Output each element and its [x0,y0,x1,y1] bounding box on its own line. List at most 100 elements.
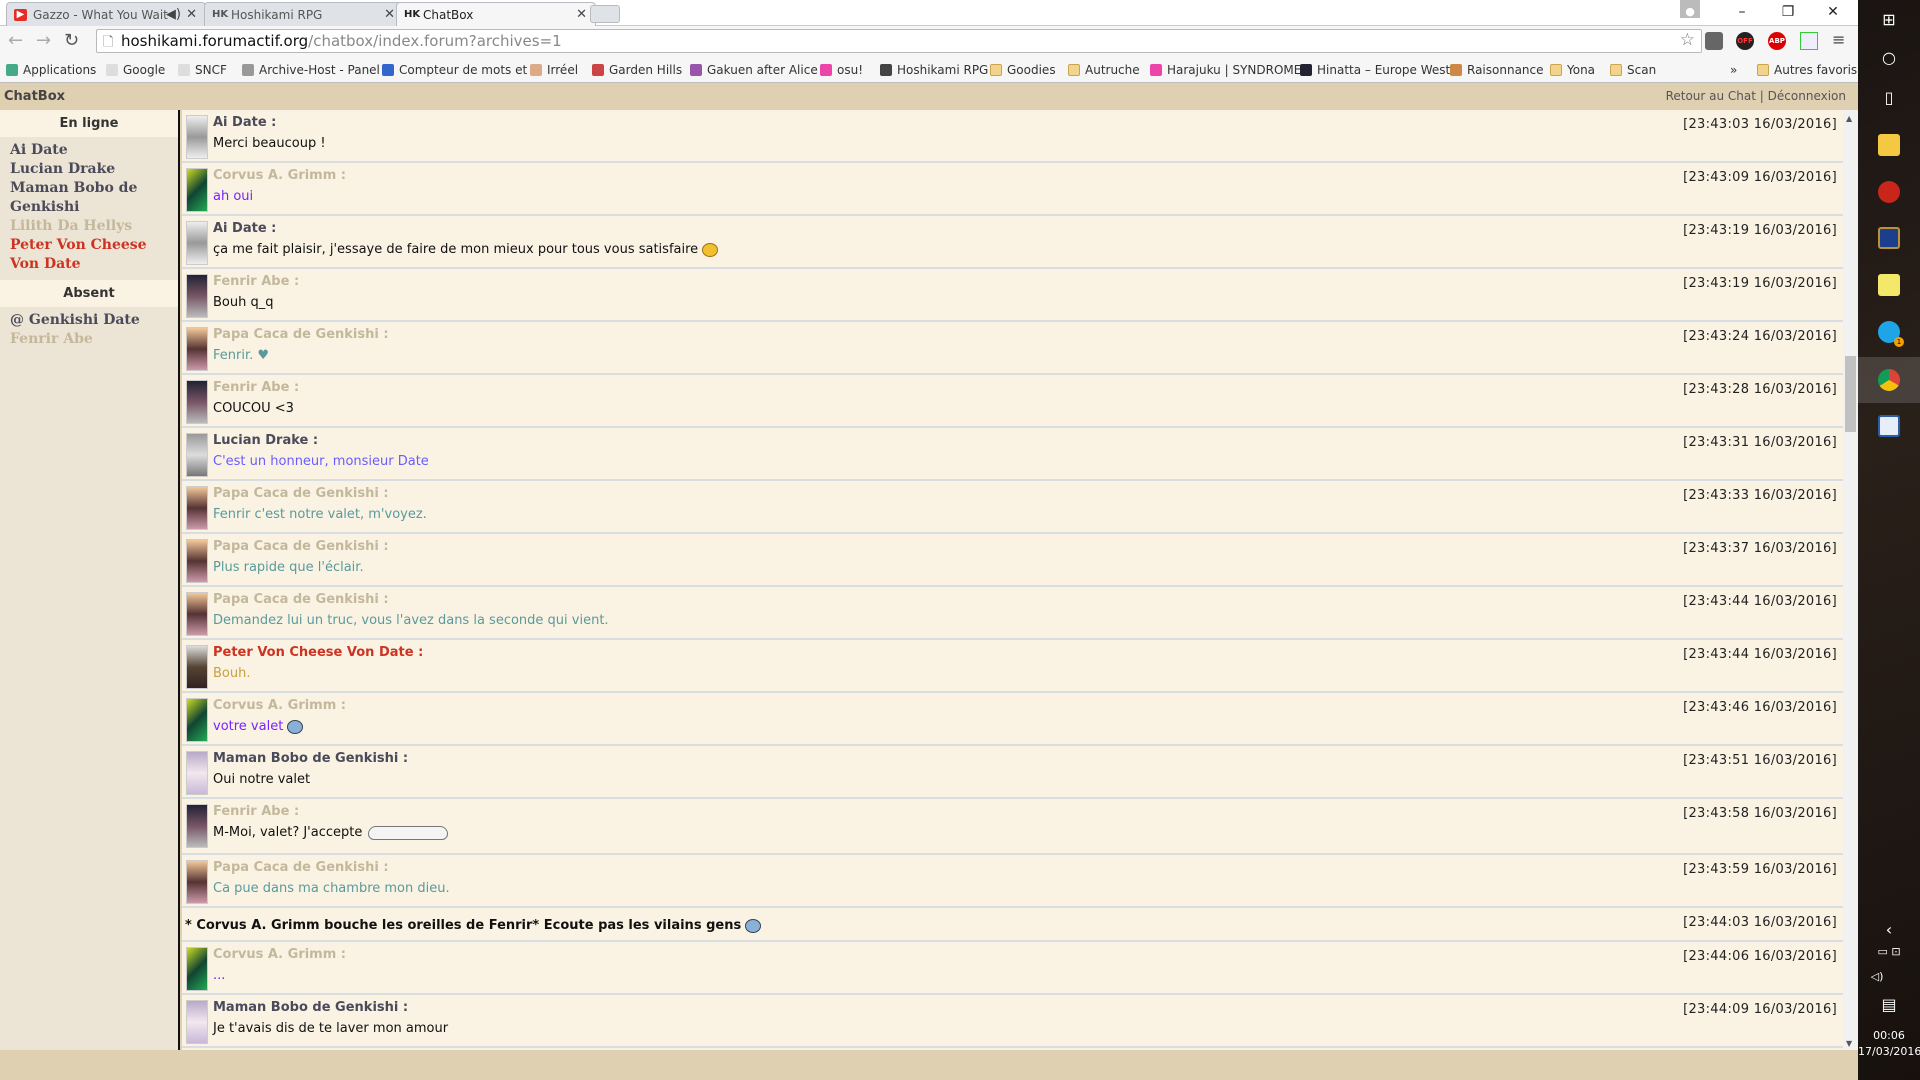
message-author[interactable]: Papa Caca de Genkishi : [213,539,389,554]
bookmark-hoshikami-rpg[interactable]: Hoshikami RPG [880,63,988,77]
scrollbar-thumb[interactable] [1845,356,1856,432]
user-online[interactable]: Lilith Da Hellys [10,217,168,236]
reload-button[interactable]: ↻ [64,30,79,51]
task-view-icon[interactable]: ▯ [1858,88,1920,107]
chevron-left-icon[interactable]: ‹ [1858,920,1920,939]
message-author[interactable]: Corvus A. Grimm : [213,168,346,183]
chrome-icon[interactable] [1878,369,1900,391]
scrollbar[interactable]: ▲ ▼ [1843,110,1858,1050]
close-tab-icon[interactable]: ✕ [186,7,197,22]
tab-chatbox[interactable]: HK ChatBox ✕ [396,2,596,26]
message-author[interactable]: Papa Caca de Genkishi : [213,327,389,342]
bookmark-osu[interactable]: osu! [820,63,863,77]
clock[interactable]: 00:06 17/03/2016 [1858,1028,1920,1060]
bookmark-gakuen-after-alice[interactable]: Gakuen after Alice [690,63,818,77]
battery-network-icon[interactable]: ▭ ⊡ [1858,945,1920,958]
message-author[interactable]: Maman Bobo de Genkishi : [213,751,408,766]
windows-start-icon[interactable]: ⊞ [1858,10,1920,29]
extension-icon[interactable] [1705,32,1723,50]
avatar[interactable] [186,168,208,212]
message-author[interactable]: Papa Caca de Genkishi : [213,860,389,875]
message-author[interactable]: Fenrir Abe : [213,274,299,289]
user-absent[interactable]: Fenrir Abe [10,330,168,349]
message-author[interactable]: Maman Bobo de Genkishi : [213,1000,408,1015]
avatar[interactable] [186,433,208,477]
bookmark-google[interactable]: Google [106,63,165,77]
avatar[interactable] [186,327,208,371]
off-extension-icon[interactable]: OFF [1736,32,1754,50]
minimize-button[interactable]: – [1722,0,1762,24]
avatar[interactable] [186,751,208,795]
avatar[interactable] [186,645,208,689]
address-bar[interactable]: 🗋 hoshikami.forumactif.org/chatbox/index.… [96,29,1702,53]
restore-button[interactable]: ❐ [1768,0,1808,24]
more-bookmarks-button[interactable]: » [1730,63,1737,77]
avatar[interactable] [186,860,208,904]
volume-icon[interactable]: ◁) [1846,970,1908,983]
user-online[interactable]: Peter Von Cheese Von Date [10,236,168,274]
bookmark-sncf[interactable]: SNCF [178,63,227,77]
user-online[interactable]: Maman Bobo de Genkishi [10,179,168,217]
avatar[interactable] [186,221,208,265]
avatar[interactable] [186,115,208,159]
league-of-legends-icon[interactable] [1878,227,1900,249]
avatar[interactable] [186,947,208,991]
message-author[interactable]: Ai Date : [213,115,276,130]
avatar[interactable] [186,1000,208,1044]
avatar[interactable] [186,380,208,424]
message-author[interactable]: Fenrir Abe : [213,380,299,395]
bookmark-goodies[interactable]: Goodies [990,63,1056,77]
message-author[interactable]: Corvus A. Grimm : [213,698,346,713]
back-to-chat-link[interactable]: Retour au Chat [1666,89,1756,103]
avatar[interactable] [186,274,208,318]
message-author[interactable]: Lucian Drake : [213,433,318,448]
back-button[interactable]: ← [8,30,23,51]
bookmark-yona[interactable]: Yona [1550,63,1595,77]
search-icon[interactable]: ○ [1858,48,1920,67]
avatar[interactable] [186,592,208,636]
user-online[interactable]: Lucian Drake [10,160,168,179]
other-bookmarks-folder[interactable]: Autres favoris [1757,63,1857,77]
bookmark-hinatta-europe-west[interactable]: Hinatta – Europe West [1300,63,1450,77]
message-author[interactable]: Fenrir Abe : [213,804,299,819]
forward-button[interactable]: → [36,30,51,51]
adblock-icon[interactable]: ABP [1768,32,1786,50]
message-author[interactable]: Papa Caca de Genkishi : [213,592,389,607]
scroll-up-icon[interactable]: ▲ [1846,114,1852,123]
writer-icon[interactable] [1878,415,1900,437]
new-tab-button[interactable] [590,5,620,23]
avatar[interactable] [186,804,208,848]
tab-hoshikami[interactable]: HK Hoshikami RPG ✕ [204,2,404,26]
bookmark-garden-hills[interactable]: Garden Hills [592,63,682,77]
user-online[interactable]: Ai Date [10,141,168,160]
bookmark-autruche[interactable]: Autruche [1068,63,1140,77]
skype-icon[interactable]: 1 [1878,321,1904,347]
tab-gazzo[interactable]: ▶ Gazzo - What You Wait ◀) ✕ [6,2,206,26]
file-explorer-icon[interactable] [1878,134,1900,156]
message-author[interactable]: Corvus A. Grimm : [213,947,346,962]
avatar[interactable] [186,486,208,530]
extension-icon[interactable] [1800,32,1818,50]
bookmark-compteur-de-mots-et[interactable]: Compteur de mots et [382,63,527,77]
avatar[interactable] [186,698,208,742]
close-window-button[interactable]: ✕ [1813,0,1853,24]
sticky-notes-icon[interactable] [1878,274,1900,296]
scroll-down-icon[interactable]: ▼ [1846,1039,1852,1048]
message-author[interactable]: Papa Caca de Genkishi : [213,486,389,501]
bookmark-applications[interactable]: Applications [6,63,96,77]
bookmark-archive-host-panel[interactable]: Archive-Host - Panel [242,63,380,77]
logout-link[interactable]: Déconnexion [1768,89,1846,103]
close-tab-icon[interactable]: ✕ [576,7,587,22]
bookmark-harajuku-syndrome[interactable]: Harajuku | SYNDROME [1150,63,1301,77]
menu-icon[interactable]: ≡ [1832,30,1845,49]
bookmark-raisonnance[interactable]: Raisonnance [1450,63,1544,77]
notification-icon[interactable]: ▤ [1858,995,1920,1014]
message-author[interactable]: Peter Von Cheese Von Date : [213,645,423,660]
message-author[interactable]: Ai Date : [213,221,276,236]
app-icon[interactable] [1878,181,1900,203]
avatar[interactable] [186,539,208,583]
bookmark-scan[interactable]: Scan [1610,63,1656,77]
star-icon[interactable]: ☆ [1680,30,1695,50]
bookmark-irr-el[interactable]: Irréel [530,63,578,77]
profile-icon[interactable]: ● [1680,0,1700,18]
